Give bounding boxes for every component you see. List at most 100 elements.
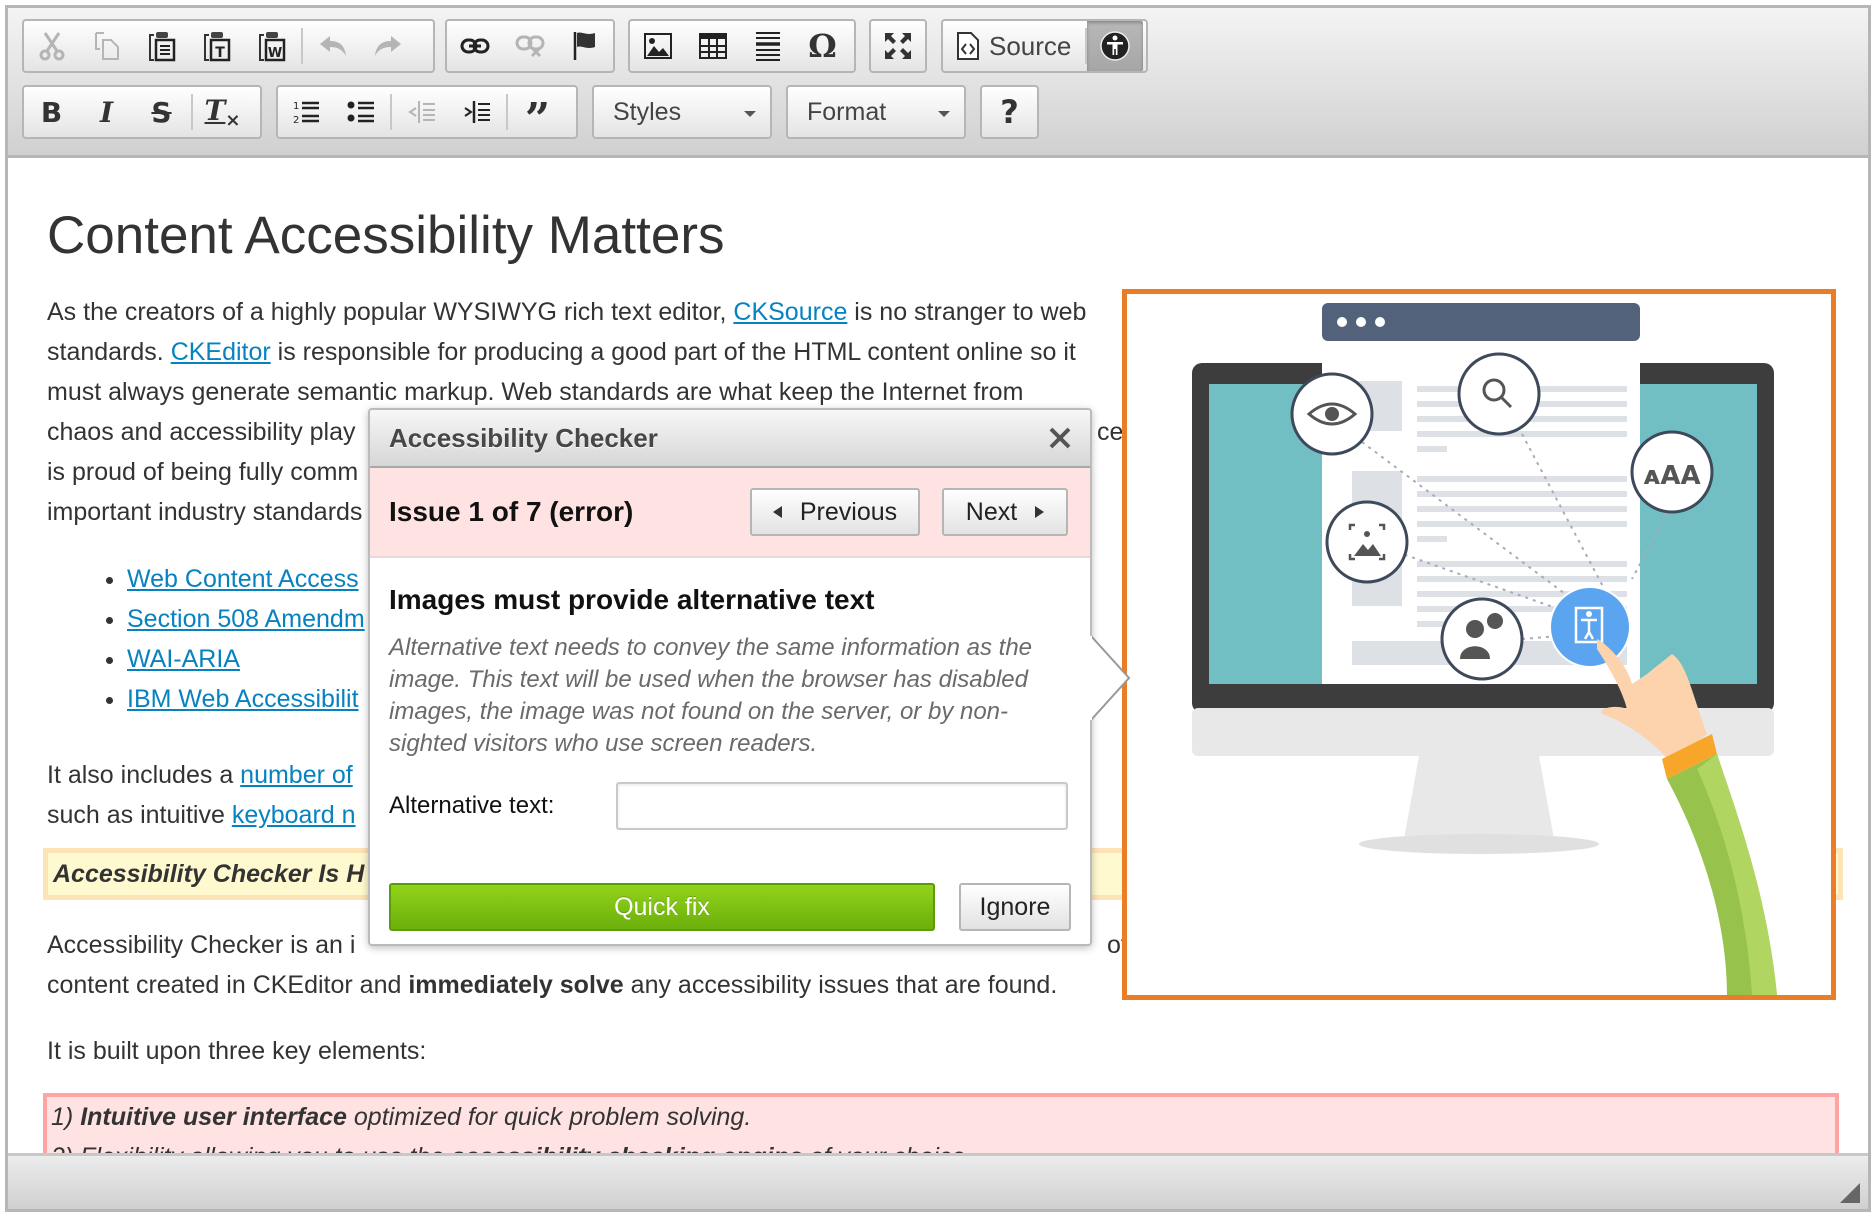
cksource-link[interactable]: CKSource bbox=[733, 298, 847, 326]
styles-dropdown-label: Styles bbox=[613, 97, 682, 126]
bulleted-list-icon bbox=[347, 101, 374, 123]
source-button[interactable]: Source bbox=[957, 21, 1071, 71]
unlink-button[interactable] bbox=[502, 21, 557, 71]
svg-text:W: W bbox=[267, 46, 281, 61]
svg-text:ᴀAA: ᴀAA bbox=[1643, 461, 1700, 491]
flagged-image[interactable]: ᴀAA bbox=[1122, 289, 1836, 1000]
bold-text: Intuitive user interface bbox=[80, 1103, 347, 1131]
clipboard-text-icon: T bbox=[203, 32, 230, 62]
section-508-link[interactable]: Section 508 Amendm bbox=[127, 605, 365, 633]
resize-handle-icon[interactable] bbox=[1840, 1183, 1860, 1203]
strike-button[interactable]: S bbox=[134, 87, 189, 137]
redo-button[interactable] bbox=[360, 21, 415, 71]
paste-word-button[interactable]: W bbox=[244, 21, 299, 71]
anchor-button[interactable] bbox=[557, 21, 612, 71]
blockquote-icon: ” bbox=[524, 94, 551, 145]
svg-text:1: 1 bbox=[293, 101, 299, 112]
keyboard-navigation-link[interactable]: keyboard n bbox=[232, 801, 356, 829]
text: is responsible for producing a good part… bbox=[270, 338, 1076, 366]
list-item: Section 508 Amendm bbox=[127, 599, 365, 639]
copy-button[interactable] bbox=[79, 21, 134, 71]
wcag-link[interactable]: Web Content Access bbox=[127, 565, 359, 593]
table-button[interactable] bbox=[685, 21, 740, 71]
paste-button[interactable] bbox=[134, 21, 189, 71]
cut-button[interactable] bbox=[24, 21, 79, 71]
text: 1) bbox=[51, 1103, 81, 1131]
indent-icon bbox=[463, 101, 490, 123]
image-icon bbox=[643, 33, 672, 59]
image-button[interactable] bbox=[630, 21, 685, 71]
toolbar: T W Ω Source B I S T× 1 2 ” Styles Forma… bbox=[8, 8, 1868, 158]
help-icon: ? bbox=[1000, 93, 1019, 131]
special-char-button[interactable]: Ω bbox=[795, 21, 850, 71]
format-dropdown[interactable]: Format bbox=[786, 85, 966, 139]
numbered-list-button[interactable]: 1 2 bbox=[278, 87, 333, 137]
toolbar-separator bbox=[301, 28, 303, 64]
issue-navigation: Issue 1 of 7 (error) Previous Next bbox=[370, 468, 1090, 558]
copy-icon bbox=[94, 32, 119, 60]
accessibility-icon bbox=[1100, 31, 1131, 61]
outdent-button[interactable] bbox=[394, 87, 449, 137]
clipboard-word-icon: W bbox=[258, 32, 285, 62]
paste-text-button[interactable]: T bbox=[189, 21, 244, 71]
numbered-list-icon: 1 2 bbox=[293, 101, 319, 125]
undo-icon bbox=[319, 36, 346, 56]
text: Accessibility Checker is an i bbox=[47, 931, 356, 959]
key-element-item: 1) Intuitive user interface optimized fo… bbox=[51, 1097, 1835, 1137]
redo-icon bbox=[374, 36, 401, 56]
toolbar-group-tools bbox=[869, 19, 927, 73]
dialog-actions: Quick fix Ignore bbox=[389, 883, 1071, 931]
undo-button[interactable] bbox=[305, 21, 360, 71]
blockquote-button[interactable]: ” bbox=[510, 87, 565, 145]
unlink-icon bbox=[515, 35, 544, 58]
source-icon bbox=[957, 32, 979, 60]
text: As the creators of a highly popular WYSI… bbox=[47, 298, 734, 326]
accessibility-illustration: ᴀAA bbox=[1192, 303, 1777, 995]
text: is no stranger to web bbox=[847, 298, 1087, 326]
toolbar-separator bbox=[191, 94, 193, 130]
source-label: Source bbox=[989, 30, 1072, 61]
features-link[interactable]: number of bbox=[240, 761, 353, 789]
dialog-pointer bbox=[1089, 636, 1131, 720]
ckeditor-link[interactable]: CKEditor bbox=[171, 338, 271, 366]
close-icon[interactable] bbox=[1046, 424, 1074, 452]
previous-button[interactable]: Previous bbox=[750, 488, 920, 536]
accessibility-checker-button[interactable] bbox=[1087, 21, 1144, 71]
horizontal-line-button[interactable] bbox=[740, 21, 795, 71]
bold-text: immediately solve bbox=[408, 971, 624, 999]
alt-text-input[interactable] bbox=[616, 782, 1068, 830]
dialog-body: Images must provide alternative text Alt… bbox=[370, 558, 1090, 830]
maximize-button[interactable] bbox=[871, 21, 925, 71]
dialog-title: Accessibility Checker bbox=[389, 423, 658, 453]
arrow-right-icon bbox=[1035, 506, 1045, 518]
toolbar-group-document: Source bbox=[941, 19, 1148, 73]
wai-aria-link[interactable]: WAI-ARIA bbox=[127, 645, 240, 673]
bold-icon: B bbox=[40, 95, 63, 129]
link-button[interactable] bbox=[447, 21, 502, 71]
italic-button[interactable]: I bbox=[79, 87, 134, 137]
horizontal-line-icon bbox=[755, 32, 780, 61]
ibm-accessibility-link[interactable]: IBM Web Accessibilit bbox=[127, 685, 359, 713]
text: It also includes a bbox=[47, 761, 241, 789]
toolbar-separator bbox=[506, 94, 508, 130]
remove-format-button[interactable]: T× bbox=[195, 87, 250, 137]
bold-text: accessibility checking engine bbox=[451, 1143, 803, 1153]
styles-dropdown[interactable]: Styles bbox=[592, 85, 772, 139]
indent-button[interactable] bbox=[449, 87, 504, 137]
text: 2) Flexibility allowing you to use the bbox=[51, 1143, 451, 1153]
outdent-icon bbox=[407, 101, 435, 123]
quick-fix-button[interactable]: Quick fix bbox=[389, 883, 935, 931]
ignore-button[interactable]: Ignore bbox=[959, 883, 1071, 931]
scissors-icon bbox=[39, 32, 64, 61]
next-button[interactable]: Next bbox=[942, 488, 1068, 536]
toolbar-group-links bbox=[445, 19, 615, 73]
strikethrough-icon: S bbox=[151, 95, 172, 129]
list-item: WAI-ARIA bbox=[127, 639, 365, 679]
bulleted-list-button[interactable] bbox=[333, 87, 388, 137]
chevron-down-icon bbox=[938, 111, 950, 117]
help-button[interactable]: ? bbox=[980, 85, 1039, 139]
text: ce bbox=[1097, 418, 1124, 446]
issue-counter: Issue 1 of 7 (error) bbox=[389, 496, 634, 527]
text: of your choice. bbox=[803, 1143, 973, 1153]
bold-button[interactable]: B bbox=[24, 87, 79, 137]
